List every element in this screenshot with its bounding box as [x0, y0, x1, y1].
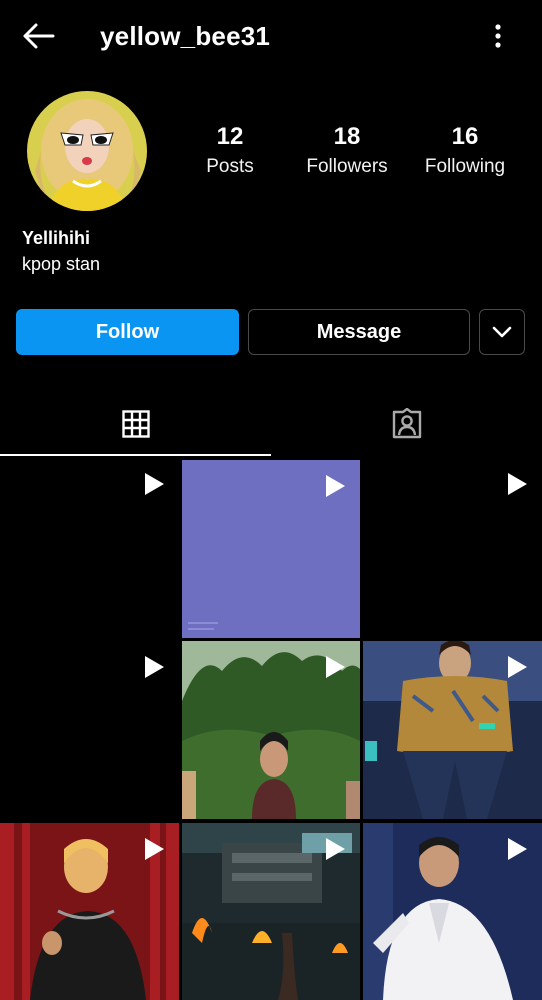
- profile-avatar[interactable]: [27, 91, 147, 211]
- bio-text: kpop stan: [22, 254, 101, 274]
- back-button[interactable]: [18, 18, 58, 54]
- post-tile[interactable]: [0, 823, 179, 1000]
- play-icon: [326, 838, 345, 860]
- post-tile[interactable]: [0, 458, 179, 638]
- top-bar: yellow_bee31: [0, 0, 542, 72]
- post-tile[interactable]: [0, 641, 179, 821]
- following-count: 16: [451, 123, 479, 150]
- followers-count: 18: [333, 123, 361, 150]
- post-tile[interactable]: [182, 460, 360, 638]
- following-stat[interactable]: 16 Following: [414, 122, 516, 182]
- active-tab-indicator: [0, 454, 271, 456]
- play-icon: [145, 656, 164, 678]
- play-icon: [145, 838, 164, 860]
- tab-tagged[interactable]: [271, 394, 542, 454]
- play-icon: [326, 475, 345, 497]
- play-icon: [145, 473, 164, 495]
- chevron-down-icon: [492, 326, 512, 338]
- followers-label: Followers: [306, 156, 388, 177]
- message-button[interactable]: Message: [248, 309, 470, 355]
- post-tile[interactable]: [363, 458, 542, 638]
- follow-button[interactable]: Follow: [16, 309, 239, 355]
- post-tile[interactable]: [182, 641, 360, 819]
- tagged-person-icon: [392, 408, 421, 439]
- following-label: Following: [424, 156, 506, 177]
- more-options-button[interactable]: [480, 18, 516, 54]
- display-name: Yellihihi: [22, 228, 91, 248]
- tab-posts-grid[interactable]: [0, 394, 271, 454]
- arrow-left-icon: [23, 23, 55, 49]
- posts-count: 12: [216, 123, 244, 150]
- play-icon: [508, 473, 527, 495]
- post-tile[interactable]: [182, 823, 360, 1000]
- grid-icon: [121, 410, 150, 438]
- posts-stat[interactable]: 12 Posts: [184, 122, 276, 182]
- play-icon: [508, 656, 527, 678]
- suggested-dropdown-button[interactable]: [479, 309, 525, 355]
- play-icon: [508, 838, 527, 860]
- followers-stat[interactable]: 18 Followers: [296, 122, 398, 182]
- post-tile[interactable]: [363, 641, 542, 819]
- play-icon: [326, 656, 345, 678]
- post-tile[interactable]: [363, 823, 542, 1000]
- profile-username: yellow_bee31: [100, 21, 271, 51]
- posts-label: Posts: [206, 156, 254, 177]
- more-vertical-icon: [495, 24, 501, 48]
